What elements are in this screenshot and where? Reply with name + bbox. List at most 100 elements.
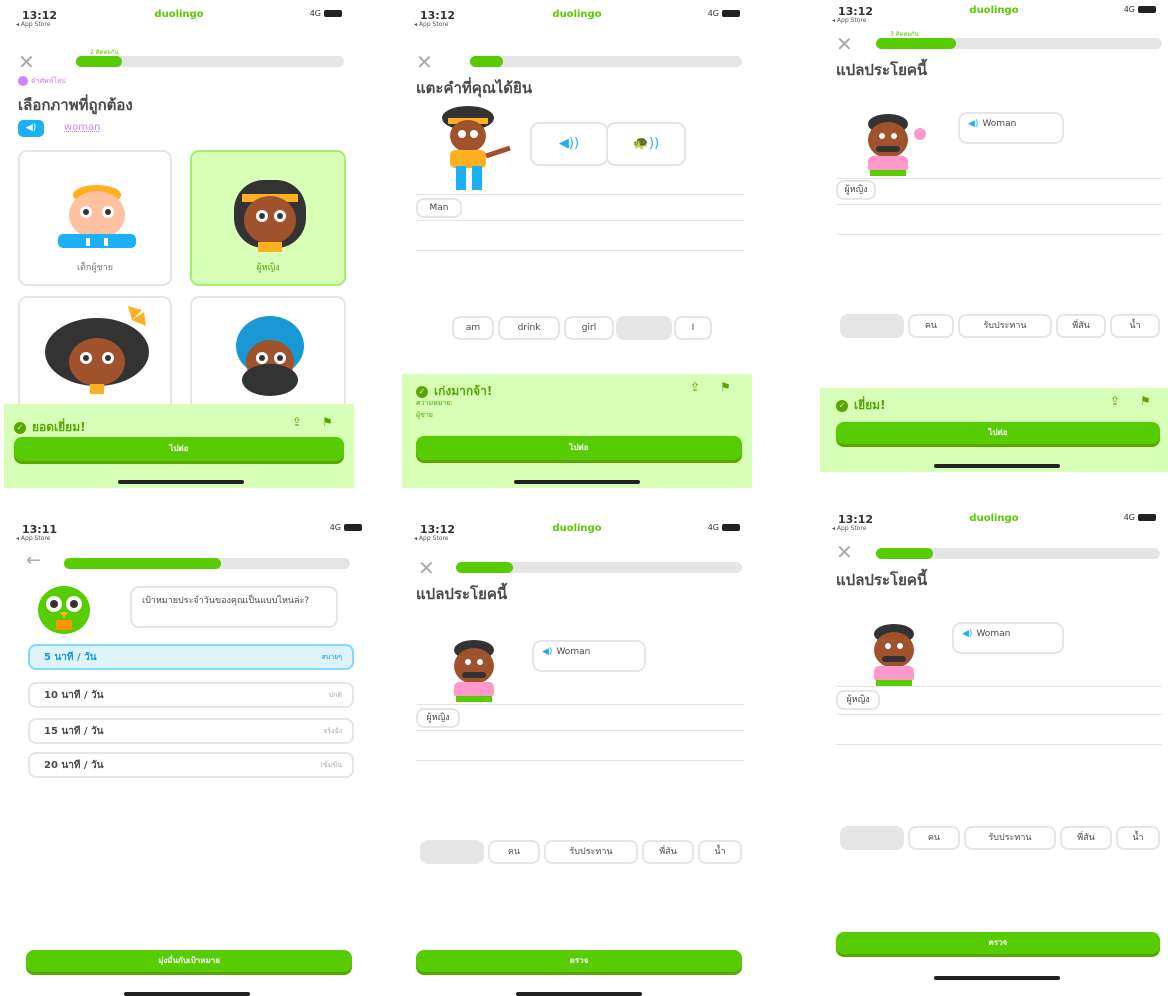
close-icon[interactable]: ✕	[836, 34, 853, 54]
speaker-icon[interactable]: ◀)	[962, 629, 972, 639]
commit-goal-button[interactable]: มุ่งมั่นกับเป้าหมาย	[26, 950, 352, 972]
flag-icon[interactable]: ⚑	[720, 380, 731, 394]
word-bank-placeholder	[840, 826, 904, 850]
goal-option[interactable]: 15 นาที / วัน จริงจัง	[28, 718, 354, 744]
word-bank-chip[interactable]: คน	[908, 314, 954, 338]
play-slow-audio-button[interactable]: 🐢))	[606, 122, 686, 166]
lesson-progress-bar	[470, 56, 742, 67]
signal-battery: 4G	[310, 9, 342, 18]
close-icon[interactable]: ✕	[836, 542, 853, 562]
picture-card-man[interactable]	[190, 296, 346, 416]
check-button[interactable]: ตรวจ	[416, 950, 742, 972]
play-audio-button[interactable]: ◀))	[530, 122, 608, 166]
screen-translate-sentence-2: 13:12 ◂ App Store duolingo 4G ✕ แปลประโย…	[820, 508, 1168, 996]
goal-option[interactable]: 10 นาที / วัน ปกติ	[28, 682, 354, 708]
word-bank-chip[interactable]: รับประทาน	[964, 826, 1056, 850]
speaker-icon[interactable]: ◀)	[968, 119, 978, 129]
screen-translate-sentence: 13:12 ◂ App Store duolingo 4G ✕ แปลประโย…	[402, 518, 752, 996]
word-bank-chip[interactable]: am	[452, 316, 494, 340]
signal-battery: 4G	[708, 9, 740, 18]
word-bank-chip[interactable]: รับประทาน	[544, 840, 638, 864]
word-bank-placeholder	[616, 316, 672, 340]
feedback-panel: ✓ เยี่ยม! ⇪ ⚑ ไปต่อ	[820, 388, 1168, 472]
word-bank-chip[interactable]: พี่สัน	[642, 840, 694, 864]
share-icon[interactable]: ⇪	[1110, 394, 1120, 408]
signal-label: 4G	[1123, 513, 1135, 522]
word-bank-chip[interactable]: คน	[908, 826, 960, 850]
feedback-panel: ✓ ยอดเยี่ยม! ⇪ ⚑ ไปต่อ	[4, 404, 354, 488]
answer-line	[416, 730, 744, 731]
share-icon[interactable]: ⇪	[690, 380, 700, 394]
status-bar: 13:12 ◂ App Store duolingo 4G	[4, 4, 354, 34]
check-button[interactable]: ตรวจ	[836, 932, 1160, 954]
meaning-text: ผู้ชาย	[416, 411, 433, 419]
back-to-app-store[interactable]: ◂ App Store	[832, 525, 866, 532]
word-bank-chip[interactable]: คน	[488, 840, 540, 864]
progress-fill	[456, 562, 514, 573]
speaker-icon[interactable]: ◀)	[542, 647, 552, 657]
word-bank-chip[interactable]: drink	[498, 316, 560, 340]
battery-icon	[722, 524, 740, 531]
feedback-panel: ✓ เก่งมากจ้า! ⇪ ⚑ ความหมาย: ผู้ชาย ไปต่อ	[402, 374, 752, 488]
back-to-app-store[interactable]: ◂ App Store	[832, 17, 866, 24]
status-bar: 13:12 ◂ App Store duolingo 4G	[820, 508, 1168, 538]
signal-label: 4G	[707, 523, 719, 532]
app-name: duolingo	[154, 9, 204, 20]
goal-option-level: จริงจัง	[323, 727, 342, 735]
answer-chip[interactable]: ผู้หญิง	[836, 690, 880, 710]
picture-card-boy[interactable]: เด็กผู้ชาย	[18, 150, 172, 286]
answer-line	[416, 220, 744, 221]
word-bank-chip[interactable]: น้ำ	[1110, 314, 1160, 338]
close-icon[interactable]: ✕	[18, 52, 35, 72]
battery-icon	[344, 524, 362, 531]
word-bank-chip[interactable]: I	[674, 316, 712, 340]
back-to-app-store[interactable]: ◂ App Store	[16, 535, 50, 542]
exercise-title: แปลประโยคนี้	[836, 571, 928, 589]
prompt-bubble[interactable]: ◀) Woman	[958, 112, 1064, 144]
answer-line	[836, 234, 1162, 235]
speaker-button[interactable]: ◀)	[18, 120, 44, 137]
signal-label: 4G	[309, 9, 321, 18]
screen-translate-sentence-correct: 13:12 ◂ App Store duolingo 4G ✕ 3 ติดต่อ…	[820, 0, 1168, 472]
back-to-app-store[interactable]: ◂ App Store	[414, 535, 448, 542]
back-to-app-store[interactable]: ◂ App Store	[16, 21, 50, 28]
answer-line	[836, 744, 1162, 745]
goal-option[interactable]: 20 นาที / วัน เข้มข้น	[28, 752, 354, 778]
exercise-title: แตะคำที่คุณได้ยิน	[416, 79, 533, 97]
word-bank-chip[interactable]: น้ำ	[698, 840, 742, 864]
word-bank-chip[interactable]: พี่สัน	[1056, 314, 1106, 338]
flag-icon[interactable]: ⚑	[1140, 394, 1151, 408]
prompt-word[interactable]: woman	[64, 122, 101, 133]
close-icon[interactable]: ✕	[418, 558, 435, 578]
prompt-bubble[interactable]: ◀) Woman	[532, 640, 646, 672]
feedback-title: ✓ ยอดเยี่ยม!	[14, 418, 86, 437]
flag-icon[interactable]: ⚑	[322, 415, 333, 429]
close-icon[interactable]: ✕	[416, 52, 433, 72]
back-arrow-icon[interactable]: ←	[26, 552, 41, 570]
continue-button[interactable]: ไปต่อ	[14, 437, 344, 461]
answer-chip[interactable]: ผู้หญิง	[416, 708, 460, 728]
answer-chip[interactable]: Man	[416, 198, 462, 218]
share-icon[interactable]: ⇪	[292, 415, 302, 429]
lesson-progress-bar: 2 ติดต่อกัน	[76, 49, 344, 67]
progress-fill	[76, 56, 122, 67]
exercise-title: เลือกภาพที่ถูกต้อง	[18, 96, 133, 114]
word-bank-chip[interactable]: น้ำ	[1116, 826, 1160, 850]
screen-select-picture: 13:12 ◂ App Store duolingo 4G ✕ 2 ติดต่อ…	[4, 4, 354, 488]
goal-option-label: 5 นาที / วัน	[44, 652, 97, 663]
back-to-app-store[interactable]: ◂ App Store	[414, 21, 448, 28]
word-bank-chip[interactable]: พี่สัน	[1060, 826, 1112, 850]
lesson-progress-bar	[876, 548, 1160, 559]
word-bank-chip[interactable]: รับประทาน	[958, 314, 1052, 338]
continue-button[interactable]: ไปต่อ	[836, 422, 1160, 444]
picture-card-girl[interactable]	[18, 296, 172, 416]
word-bank-chip[interactable]: girl	[564, 316, 614, 340]
word-bank-placeholder	[840, 314, 904, 338]
picture-card-woman[interactable]: ผู้หญิง	[190, 150, 346, 286]
answer-chip[interactable]: ผู้หญิง	[836, 180, 876, 200]
continue-button[interactable]: ไปต่อ	[416, 436, 742, 460]
check-icon: ✓	[836, 399, 848, 412]
home-indicator	[516, 992, 642, 996]
prompt-bubble[interactable]: ◀) Woman	[952, 622, 1064, 654]
goal-option[interactable]: 5 นาที / วัน สบายๆ	[28, 644, 354, 670]
